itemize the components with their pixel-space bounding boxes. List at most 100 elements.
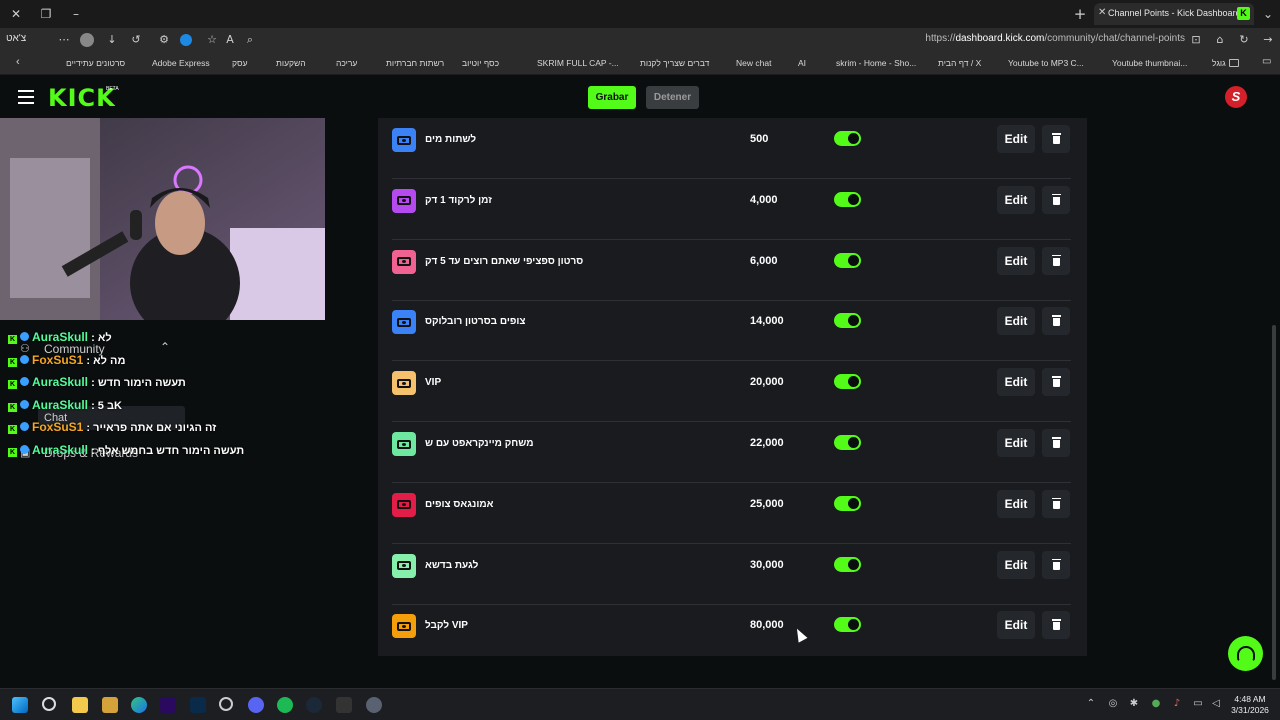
profile-label[interactable]: צ'אט	[6, 33, 26, 44]
edit-reward-button[interactable]: Edit	[997, 429, 1035, 457]
tray-chevron-icon[interactable]: ⌃	[1085, 698, 1097, 710]
tray-app-icon[interactable]: ◎	[1107, 698, 1119, 710]
edit-reward-button[interactable]: Edit	[997, 368, 1035, 397]
app-icon[interactable]	[102, 697, 118, 713]
bookmark-item[interactable]: גוגל	[1212, 58, 1239, 68]
chat-username[interactable]: AuraSkull	[32, 443, 88, 457]
bookmark-item[interactable]: השקעות	[276, 58, 306, 68]
bookmark-item[interactable]: AI	[798, 58, 806, 68]
new-tab-icon[interactable]: +	[1072, 6, 1088, 22]
bookmark-item[interactable]: New chat	[736, 58, 771, 68]
download-icon[interactable]: ↓	[104, 32, 120, 48]
close-window-icon[interactable]: ✕	[8, 6, 24, 22]
bookmark-item[interactable]: Youtube thumbnai...	[1112, 58, 1187, 68]
search-icon[interactable]	[42, 697, 56, 711]
delete-reward-button[interactable]	[1042, 550, 1070, 579]
reward-enabled-toggle[interactable]	[834, 617, 861, 633]
more-icon[interactable]: ⋯	[56, 32, 72, 48]
edit-reward-button[interactable]: Edit	[997, 185, 1035, 214]
discord-icon[interactable]	[248, 697, 264, 713]
restore-window-icon[interactable]: ❐	[38, 6, 54, 22]
file-explorer-icon[interactable]	[72, 697, 88, 713]
bookmarks-scroll-icon[interactable]: ‹	[16, 56, 20, 68]
reward-enabled-toggle[interactable]	[834, 374, 861, 390]
reward-enabled-toggle[interactable]	[834, 191, 861, 207]
url-field[interactable]: https://dashboard.kick.com/community/cha…	[900, 33, 1185, 44]
chat-username[interactable]: AuraSkull	[32, 398, 88, 412]
reward-enabled-toggle[interactable]	[834, 313, 861, 329]
bookmark-item[interactable]: SKRIM FULL CAP -...	[537, 58, 619, 68]
delete-reward-button[interactable]	[1042, 185, 1070, 214]
chevron-up-icon[interactable]: ⌃	[160, 340, 170, 354]
display-icon[interactable]: ▭	[1192, 698, 1204, 710]
stop-button[interactable]: Detener	[646, 86, 699, 109]
bookmark-item[interactable]: כסף יוטיוב	[462, 58, 499, 68]
chat-username[interactable]: AuraSkull	[32, 375, 88, 389]
edit-reward-button[interactable]: Edit	[997, 489, 1035, 518]
reward-enabled-toggle[interactable]	[834, 556, 861, 572]
page-scrollbar[interactable]	[1272, 325, 1276, 680]
edit-reward-button[interactable]: Edit	[997, 246, 1035, 275]
avatar[interactable]: S	[1225, 86, 1247, 108]
reward-enabled-toggle[interactable]	[834, 495, 861, 511]
bookmark-item[interactable]: דברים שצריך לקנות	[640, 58, 709, 68]
epic-games-icon[interactable]	[336, 697, 352, 713]
favorite-icon[interactable]: ☆	[204, 32, 220, 48]
all-bookmarks-icon[interactable]: ▭	[1262, 56, 1271, 67]
edit-reward-button[interactable]: Edit	[997, 550, 1035, 579]
read-aloud-icon[interactable]: A	[222, 32, 238, 48]
edge-icon[interactable]	[131, 697, 147, 713]
delete-reward-button[interactable]	[1042, 246, 1070, 275]
bookmark-item[interactable]: סרטונים עתידיים	[66, 58, 125, 68]
bookmark-item[interactable]: רשתות חברתיות	[386, 58, 444, 68]
bookmark-item[interactable]: עריכה	[336, 58, 357, 68]
reward-enabled-toggle[interactable]	[834, 435, 861, 450]
history-icon[interactable]: ↺	[128, 32, 144, 48]
settings-icon[interactable]	[366, 697, 382, 713]
tab-channel-points[interactable]: ✕ Channel Points - Kick Dashboard K	[1094, 3, 1254, 25]
delete-reward-button[interactable]	[1042, 429, 1070, 457]
microphone-icon[interactable]: ♪	[1171, 698, 1183, 710]
delete-reward-button[interactable]	[1042, 611, 1070, 640]
windows-start-icon[interactable]	[12, 697, 28, 713]
edit-reward-button[interactable]: Edit	[997, 125, 1035, 153]
obs-icon[interactable]	[219, 697, 233, 711]
reward-enabled-toggle[interactable]	[834, 252, 861, 268]
tab-menu-icon[interactable]: ⌄	[1260, 6, 1276, 22]
extensions-icon[interactable]: ⚙	[156, 32, 172, 48]
zoom-icon[interactable]: ⌕	[242, 32, 258, 48]
chat-username[interactable]: FoxSuS1	[32, 420, 83, 434]
photoshop-icon[interactable]	[190, 697, 206, 713]
delete-reward-button[interactable]	[1042, 307, 1070, 336]
delete-reward-button[interactable]	[1042, 125, 1070, 153]
record-button[interactable]: Grabar	[588, 86, 636, 109]
edit-reward-button[interactable]: Edit	[997, 307, 1035, 336]
refresh-icon[interactable]: ↻	[1236, 32, 1252, 48]
home-icon[interactable]: ⌂	[1212, 32, 1228, 48]
volume-icon[interactable]: ◁	[1210, 698, 1222, 710]
back-icon[interactable]: →	[1260, 32, 1276, 48]
bookmark-item[interactable]: עסק	[232, 58, 248, 68]
reward-enabled-toggle[interactable]	[834, 131, 861, 146]
delete-reward-button[interactable]	[1042, 368, 1070, 397]
bookmark-item[interactable]: Adobe Express	[152, 58, 210, 68]
minimize-window-icon[interactable]: –	[68, 6, 84, 22]
tray-app-icon[interactable]: ✱	[1128, 698, 1140, 710]
close-tab-icon[interactable]: ✕	[1098, 7, 1106, 18]
chat-username[interactable]: AuraSkull	[32, 330, 88, 344]
extension-icon[interactable]	[80, 33, 94, 47]
bookmark-item[interactable]: דף הבית / X	[938, 58, 981, 68]
tray-app-icon[interactable]: ●	[1150, 698, 1162, 710]
bookmark-item[interactable]: Youtube to MP3 C...	[1008, 58, 1084, 68]
menu-icon[interactable]	[18, 90, 34, 104]
delete-reward-button[interactable]	[1042, 489, 1070, 518]
chat-username[interactable]: FoxSuS1	[32, 353, 83, 367]
premiere-icon[interactable]	[160, 697, 176, 713]
edit-reward-button[interactable]: Edit	[997, 611, 1035, 640]
steam-icon[interactable]	[306, 697, 322, 713]
spotify-icon[interactable]	[277, 697, 293, 713]
support-button[interactable]	[1228, 636, 1263, 671]
extension-blue-icon[interactable]	[180, 34, 192, 46]
system-clock[interactable]: 4:48 AM 3/31/2026	[1230, 694, 1270, 716]
bookmark-item[interactable]: skrim - Home - Sho...	[836, 58, 916, 68]
